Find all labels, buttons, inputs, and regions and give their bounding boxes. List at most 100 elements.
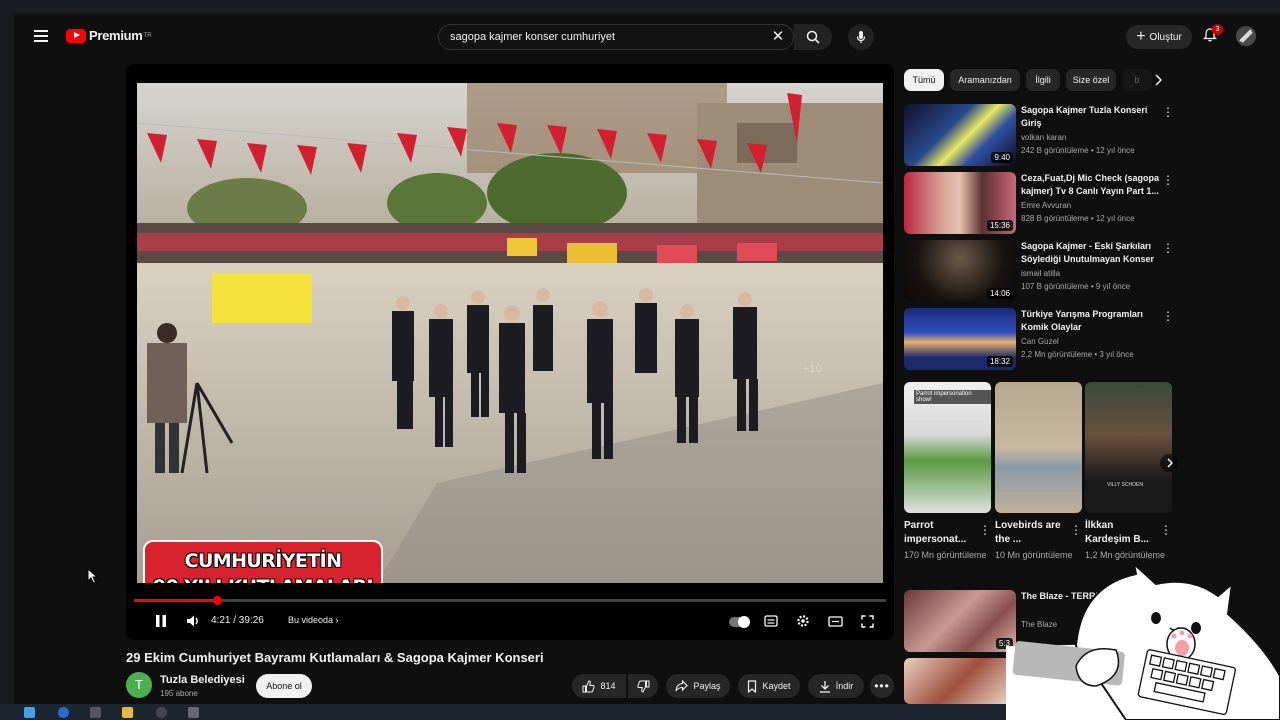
- chapter-button[interactable]: Bu videoda ›: [288, 615, 339, 625]
- short-thumbnail[interactable]: [995, 382, 1082, 513]
- recommendation-title[interactable]: Ceza,Fuat,Dj Mic Check (sagopa kajmer) T…: [1021, 172, 1161, 198]
- channel-avatar[interactable]: T: [126, 672, 152, 698]
- chapter-label: Bu videoda: [288, 615, 334, 625]
- short-title[interactable]: İlkkan Kardeşim B...: [1085, 519, 1157, 547]
- search-input[interactable]: [439, 25, 759, 49]
- recommendation-thumbnail[interactable]: 14:06: [904, 240, 1016, 302]
- like-count: 814: [600, 681, 616, 691]
- notifications-button[interactable]: 3: [1202, 24, 1223, 47]
- dislike-button[interactable]: [628, 674, 658, 698]
- more-vertical-icon[interactable]: ⋮: [1070, 523, 1082, 537]
- short-views: 170 Mn görüntüleme: [904, 550, 987, 560]
- download-button[interactable]: İndir: [808, 674, 864, 698]
- short-thumbnail[interactable]: VILLY SCHOEN: [1085, 382, 1172, 513]
- more-vertical-icon[interactable]: ⋮: [1160, 523, 1172, 537]
- short-item[interactable]: Lovebirds are the ... 10 Mn görüntüleme …: [995, 382, 1082, 562]
- mute-button[interactable]: [184, 612, 204, 630]
- chrome-icon[interactable]: [90, 707, 101, 718]
- copilot-icon[interactable]: [58, 707, 69, 718]
- more-actions-button[interactable]: •••: [870, 674, 894, 698]
- recommendation-title[interactable]: Türkiye Yarışma Programları Komik Olayla…: [1021, 308, 1161, 334]
- account-avatar[interactable]: [1236, 26, 1256, 46]
- subtitles-icon: [764, 615, 778, 627]
- more-horizontal-icon: •••: [874, 679, 890, 693]
- settings-button[interactable]: [794, 612, 812, 630]
- recommendation-title[interactable]: Sagopa Kajmer Tuzla Konseri Giriş: [1021, 104, 1161, 130]
- recommendation-thumbnail[interactable]: 15:36: [904, 172, 1016, 234]
- chip-all[interactable]: Tümü: [904, 69, 944, 91]
- video-overlay-caption: CUMHURİYETİN 90 YILI KUTLAMALARI: [143, 540, 383, 583]
- short-caption: VILLY SCHOEN: [1107, 482, 1143, 488]
- short-views: 1,2 Mn görüntüleme: [1085, 550, 1166, 560]
- more-vertical-icon[interactable]: ⋮: [1162, 310, 1174, 324]
- chip-for-you[interactable]: Size özel: [1066, 69, 1116, 91]
- app-icon[interactable]: [156, 707, 167, 718]
- recommendation-channel[interactable]: ismail atilla: [1021, 269, 1060, 278]
- short-caption: Parrot impersonation show!: [914, 390, 991, 404]
- youtube-premium-logo[interactable]: Premium TR: [66, 28, 152, 43]
- pause-button[interactable]: [152, 612, 170, 630]
- folder-icon[interactable]: [122, 707, 133, 718]
- progress-bar[interactable]: [134, 596, 886, 605]
- video-frame[interactable]: +10 CUMHURİYETİN 90 YILI KUTLAMALARI: [137, 83, 883, 583]
- microphone-icon: [856, 31, 866, 43]
- recommendation-item[interactable]: 15:36 Ceza,Fuat,Dj Mic Check (sagopa kaj…: [904, 172, 1174, 234]
- subtitles-button[interactable]: [762, 612, 780, 630]
- recommendation-item[interactable]: 14:06 Sagopa Kajmer - Eski Şarkıları Söy…: [904, 240, 1174, 302]
- short-title[interactable]: Parrot impersonat...: [904, 519, 976, 547]
- player-controls: 4:21 / 39:26 Bu videoda ›: [126, 606, 894, 636]
- short-thumbnail[interactable]: Parrot impersonation show!: [904, 382, 991, 513]
- short-item[interactable]: Parrot impersonation show! Parrot impers…: [904, 382, 991, 562]
- recommendation-channel[interactable]: Emre Avvuran: [1021, 201, 1071, 210]
- recommendation-thumbnail[interactable]: 18:32: [904, 308, 1016, 370]
- video-player[interactable]: +10 CUMHURİYETİN 90 YILI KUTLAMALARI 4:2…: [126, 64, 894, 640]
- recommendation-channel[interactable]: Can Guzel: [1021, 337, 1059, 346]
- thumbs-up-icon: [582, 679, 596, 692]
- shorts-next-button[interactable]: [1160, 454, 1178, 472]
- like-button[interactable]: 814: [572, 674, 626, 698]
- channel-name[interactable]: Tuzla Belediyesi: [160, 674, 245, 686]
- recommendation-meta: 2,2 Mn görüntüleme • 3 yıl önce: [1021, 350, 1134, 359]
- share-label: Paylaş: [693, 681, 721, 691]
- windows-start-icon[interactable]: [24, 707, 35, 718]
- more-vertical-icon[interactable]: ⋮: [1162, 242, 1174, 256]
- short-title[interactable]: Lovebirds are the ...: [995, 519, 1067, 547]
- video-scene: [137, 83, 883, 583]
- chip-from-search[interactable]: Aramanızdan: [950, 69, 1020, 91]
- clear-search-icon[interactable]: ✕: [771, 29, 785, 44]
- more-vertical-icon[interactable]: ⋮: [1162, 174, 1174, 188]
- recommendation-thumbnail[interactable]: 5:3: [904, 590, 1016, 652]
- theater-mode-button[interactable]: [826, 612, 844, 630]
- video-title: 29 Ekim Cumhuriyet Bayramı Kutlamaları &…: [126, 650, 544, 665]
- autoplay-toggle[interactable]: [729, 616, 750, 628]
- subscribe-button[interactable]: Abone ol: [256, 674, 312, 698]
- notification-badge: 3: [1212, 24, 1223, 35]
- recommendation-item[interactable]: 9:40 Sagopa Kajmer Tuzla Konseri Giriş v…: [904, 104, 1174, 166]
- fullscreen-button[interactable]: [858, 612, 876, 630]
- more-vertical-icon[interactable]: ⋮: [979, 523, 991, 537]
- share-button[interactable]: Paylaş: [666, 674, 730, 698]
- recommendation-thumbnail[interactable]: 9:40: [904, 104, 1016, 166]
- progress-scrubber[interactable]: [212, 596, 222, 605]
- recommendation-thumbnail[interactable]: [904, 658, 1016, 704]
- chips-next-button[interactable]: [1150, 72, 1166, 88]
- search-button[interactable]: [794, 24, 832, 50]
- voice-search-button[interactable]: [848, 24, 874, 50]
- masthead: Premium TR ✕ + Oluştur 3: [14, 14, 1280, 60]
- recommendation-title[interactable]: Sagopa Kajmer - Eski Şarkıları Söylediği…: [1021, 240, 1161, 266]
- search-box: ✕: [438, 24, 794, 50]
- app-icon[interactable]: [188, 707, 199, 718]
- more-vertical-icon[interactable]: ⋮: [1162, 106, 1174, 120]
- short-item[interactable]: VILLY SCHOEN İlkkan Kardeşim B... 1,2 Mn…: [1085, 382, 1172, 562]
- recommendation-channel[interactable]: volkan karan: [1021, 133, 1066, 142]
- save-button[interactable]: Kaydet: [738, 674, 800, 698]
- chevron-right-icon: [1155, 74, 1162, 86]
- create-button[interactable]: + Oluştur: [1126, 25, 1192, 49]
- chip-partial[interactable]: b: [1122, 69, 1152, 91]
- chip-related[interactable]: İlgili: [1026, 69, 1060, 91]
- fullscreen-icon: [860, 614, 874, 628]
- recommendation-item[interactable]: 18:32 Türkiye Yarışma Programları Komik …: [904, 308, 1174, 370]
- bongo-cat-overlay: [1006, 566, 1280, 720]
- menu-icon[interactable]: [34, 28, 50, 44]
- recommendation-meta: 107 B görüntüleme • 9 yıl önce: [1021, 282, 1131, 291]
